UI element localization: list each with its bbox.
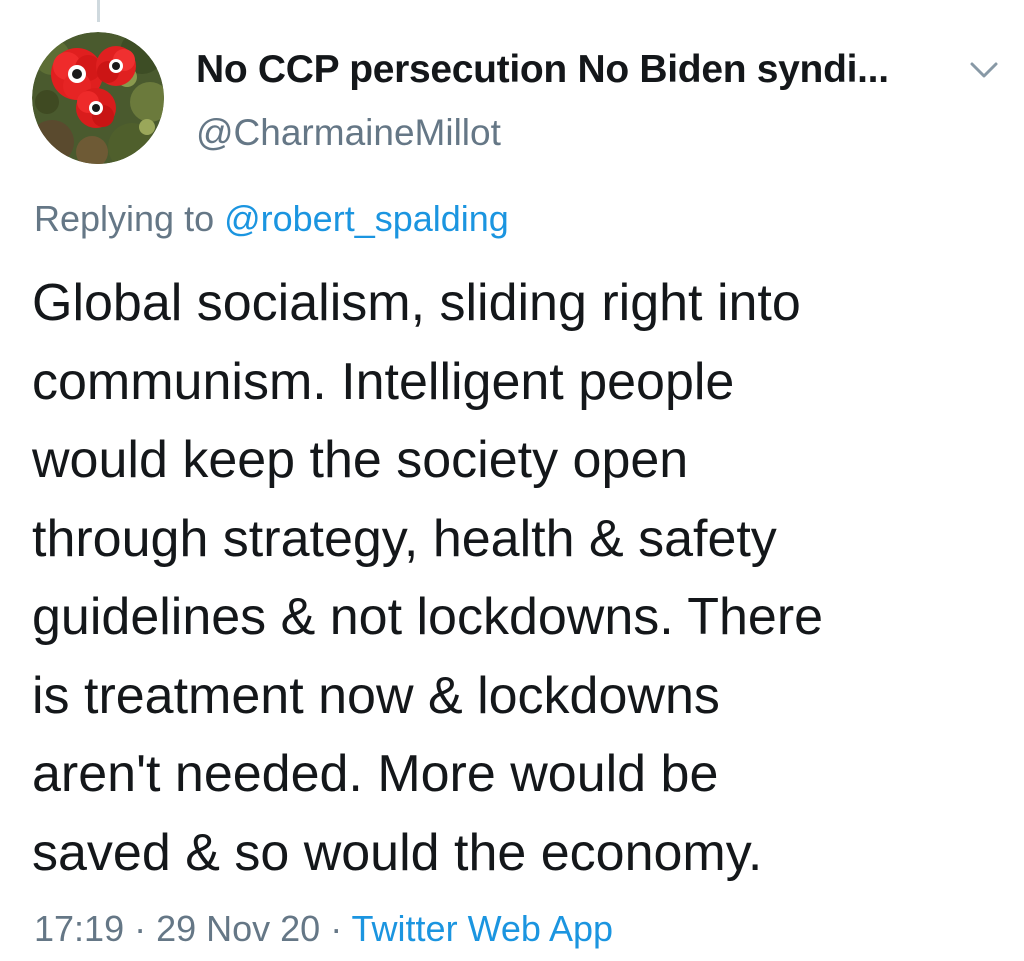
red-anemone-flowers-avatar (32, 32, 164, 164)
tweet-text: Global socialism, sliding right into com… (32, 264, 992, 892)
tweet-time[interactable]: 17:19 (34, 908, 124, 949)
tweet-text-line: would keep the society open (32, 431, 689, 489)
meta-separator: · (320, 908, 352, 949)
thread-connector-line (97, 0, 100, 22)
tweet-text-line: through strategy, health & safety (32, 509, 777, 568)
author-handle[interactable]: @CharmaineMillot (196, 112, 501, 154)
reply-mention-link[interactable]: @robert_spalding (224, 198, 509, 239)
author-display-name[interactable]: No CCP persecution No Biden syndi... (196, 48, 889, 92)
tweet-text-line: Global socialism, sliding right into (32, 274, 801, 332)
more-options-button[interactable] (962, 54, 1006, 86)
replying-to-label: Replying to (34, 198, 225, 239)
tweet-text-line: is treatment now & lockdowns (32, 666, 720, 725)
tweet-metadata: 17:19 · 29 Nov 20 · Twitter Web App (34, 908, 613, 950)
avatar[interactable] (32, 32, 164, 164)
tweet-detail: No CCP persecution No Biden syndi... @Ch… (0, 0, 1024, 961)
meta-separator: · (124, 908, 157, 949)
tweet-text-line: guidelines & not lockdowns. There (32, 588, 824, 646)
tweet-text-line: communism. Intelligent people (32, 352, 735, 411)
replying-to: Replying to @robert_spalding (34, 198, 509, 240)
tweet-source-link[interactable]: Twitter Web App (352, 908, 613, 949)
tweet-text-line: saved & so would the economy. (32, 823, 763, 882)
tweet-date[interactable]: 29 Nov 20 (156, 908, 320, 949)
tweet-text-line: aren't needed. More would be (32, 745, 719, 803)
chevron-down-icon (970, 62, 998, 78)
